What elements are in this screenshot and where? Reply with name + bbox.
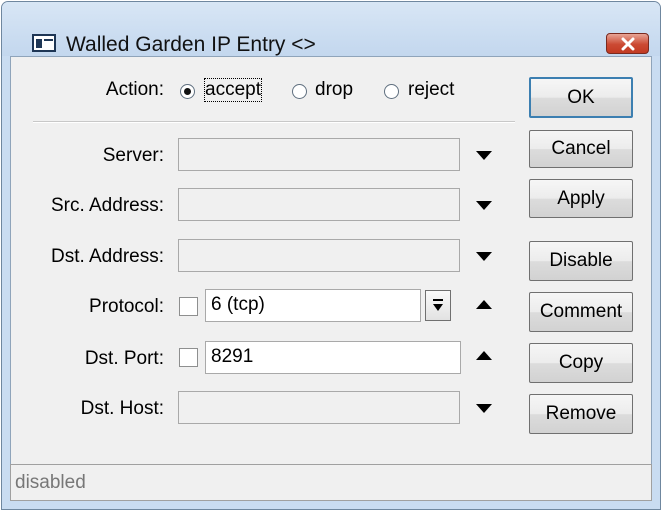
close-button[interactable] [606, 33, 649, 54]
protocol-select-button[interactable] [425, 290, 451, 321]
protocol-collapse-icon[interactable] [476, 300, 492, 309]
chevron-down-icon [433, 299, 443, 311]
copy-button[interactable]: Copy [529, 343, 633, 383]
dst-host-dropdown-icon[interactable] [476, 404, 492, 413]
protocol-field[interactable]: 6 (tcp) [205, 289, 421, 322]
window-title: Walled Garden IP Entry <> [66, 33, 316, 56]
radio-reject[interactable] [384, 84, 399, 99]
server-dropdown-icon[interactable] [476, 151, 492, 160]
dialog-window: Walled Garden IP Entry <> Action: accept… [1, 1, 661, 510]
separator [33, 121, 515, 123]
dst-address-dropdown-icon[interactable] [476, 252, 492, 261]
apply-button[interactable]: Apply [529, 179, 633, 218]
radio-reject-label[interactable]: reject [408, 79, 454, 101]
dst-port-collapse-icon[interactable] [476, 351, 492, 360]
dst-host-label: Dst. Host: [80, 398, 164, 419]
dst-host-field[interactable] [178, 391, 460, 424]
radio-drop[interactable] [292, 84, 307, 99]
action-label: Action: [105, 79, 164, 100]
dst-port-label: Dst. Port: [84, 348, 164, 369]
dst-port-field[interactable]: 8291 [205, 341, 461, 374]
status-bar: disabled [10, 464, 652, 501]
dialog-body: Action: accept drop reject Server: Src. … [10, 56, 652, 488]
dst-address-label: Dst. Address: [51, 246, 164, 267]
radio-drop-label[interactable]: drop [315, 79, 353, 101]
status-text: disabled [15, 472, 86, 493]
title-bar[interactable]: Walled Garden IP Entry <> [2, 2, 660, 56]
radio-accept[interactable] [180, 84, 195, 99]
ok-button[interactable]: OK [529, 77, 633, 118]
src-address-field[interactable] [178, 188, 460, 221]
server-label: Server: [102, 145, 164, 166]
disable-button[interactable]: Disable [529, 241, 633, 281]
src-address-dropdown-icon[interactable] [476, 201, 492, 210]
comment-button[interactable]: Comment [529, 292, 633, 332]
close-icon [621, 37, 635, 51]
protocol-negate-checkbox[interactable] [179, 297, 198, 316]
dst-port-negate-checkbox[interactable] [179, 348, 198, 367]
src-address-label: Src. Address: [51, 195, 164, 216]
remove-button[interactable]: Remove [529, 394, 633, 434]
server-field[interactable] [178, 138, 460, 171]
dst-address-field[interactable] [178, 239, 460, 272]
protocol-label: Protocol: [89, 296, 164, 317]
cancel-button[interactable]: Cancel [529, 130, 633, 168]
window-icon [32, 34, 56, 52]
radio-accept-label[interactable]: accept [204, 78, 262, 102]
